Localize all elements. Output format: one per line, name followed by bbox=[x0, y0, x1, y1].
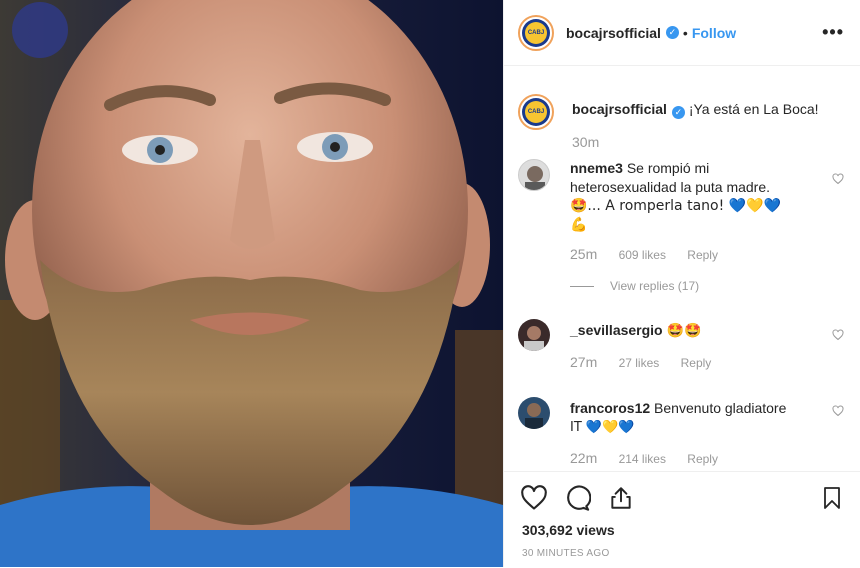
comment-like-heart-icon[interactable] bbox=[832, 405, 844, 417]
comment-time[interactable]: 25m bbox=[570, 246, 597, 262]
caption-time[interactable]: 30m bbox=[572, 134, 599, 150]
more-options-icon[interactable]: ••• bbox=[822, 22, 844, 43]
comment-reply-button[interactable]: Reply bbox=[687, 248, 718, 262]
comments-list[interactable]: CABJ bocajrsofficial ✓ ¡Ya está en La Boc… bbox=[504, 66, 860, 471]
comment-likes[interactable]: 214 likes bbox=[619, 452, 666, 466]
commenter-avatar[interactable] bbox=[518, 319, 550, 351]
commenter-avatar[interactable] bbox=[518, 159, 550, 191]
post-actions: 303,692 views 30 MINUTES AGO bbox=[504, 471, 860, 568]
view-replies-label: View replies (17) bbox=[610, 279, 700, 293]
comment-username[interactable]: _sevillasergio bbox=[570, 322, 663, 338]
post-timestamp[interactable]: 30 MINUTES AGO bbox=[522, 548, 610, 559]
comment-likes[interactable]: 27 likes bbox=[619, 356, 660, 370]
post-header: CABJ bocajrsofficial ✓ • Follow ••• bbox=[504, 0, 860, 66]
post-side-panel: CABJ bocajrsofficial ✓ • Follow ••• CABJ… bbox=[503, 0, 860, 567]
comment-item: nneme3 Se rompió mi heterosexualidad la … bbox=[518, 159, 844, 296]
account-username[interactable]: bocajrsofficial bbox=[566, 25, 661, 41]
view-replies-button[interactable]: View replies (17) bbox=[570, 277, 814, 296]
view-count[interactable]: 303,692 views bbox=[522, 522, 615, 538]
comment-text: Benvenuto gladiatore bbox=[654, 400, 787, 416]
avatar-logo-text: CABJ bbox=[527, 29, 545, 36]
comment-item: francoros12 Benvenuto gladiatore IT 💙💛💙 … bbox=[518, 397, 844, 469]
caption-avatar[interactable]: CABJ bbox=[518, 94, 554, 130]
comment-time[interactable]: 22m bbox=[570, 450, 597, 466]
caption-username[interactable]: bocajrsofficial bbox=[572, 101, 667, 117]
comment-reply-button[interactable]: Reply bbox=[681, 356, 712, 370]
share-icon[interactable] bbox=[608, 484, 634, 512]
comment-time[interactable]: 27m bbox=[570, 354, 597, 370]
account-avatar[interactable]: CABJ bbox=[518, 14, 554, 51]
verified-badge-icon: ✓ bbox=[665, 26, 679, 39]
portrait-illustration bbox=[0, 0, 503, 567]
bookmark-icon[interactable] bbox=[820, 484, 844, 512]
caption-text: ¡Ya está en La Boca! bbox=[688, 101, 819, 117]
comment-reply-button[interactable]: Reply bbox=[687, 452, 718, 466]
comment-text-line2: IT 💙💛💙 bbox=[570, 420, 635, 435]
comment-like-heart-icon[interactable] bbox=[832, 329, 844, 341]
caption: CABJ bocajrsofficial ✓ ¡Ya está en La Boc… bbox=[518, 94, 844, 153]
comment-icon[interactable] bbox=[563, 484, 591, 512]
follow-button[interactable]: Follow bbox=[692, 25, 736, 41]
comment-text: 🤩🤩 bbox=[666, 323, 702, 339]
comment-username[interactable]: francoros12 bbox=[570, 400, 650, 416]
replies-divider bbox=[570, 286, 594, 287]
heart-icon[interactable] bbox=[520, 484, 548, 512]
post-photo[interactable] bbox=[0, 0, 503, 567]
verified-badge-icon: ✓ bbox=[671, 106, 685, 119]
comment-likes[interactable]: 609 likes bbox=[619, 248, 666, 262]
comment-text-line3: 💪 bbox=[570, 217, 588, 233]
comment-item: _sevillasergio 🤩🤩 27m 27 likes Reply bbox=[518, 319, 844, 373]
comment-username[interactable]: nneme3 bbox=[570, 160, 623, 176]
separator-dot: • bbox=[682, 24, 688, 41]
commenter-avatar[interactable] bbox=[518, 397, 550, 429]
comment-text-line2: 🤩... A romperla tano! 💙💛💙 bbox=[570, 198, 781, 214]
instagram-post-modal: CABJ bocajrsofficial ✓ • Follow ••• CABJ… bbox=[0, 0, 860, 567]
avatar-logo-text: CABJ bbox=[527, 109, 545, 115]
comment-like-heart-icon[interactable] bbox=[832, 173, 844, 185]
